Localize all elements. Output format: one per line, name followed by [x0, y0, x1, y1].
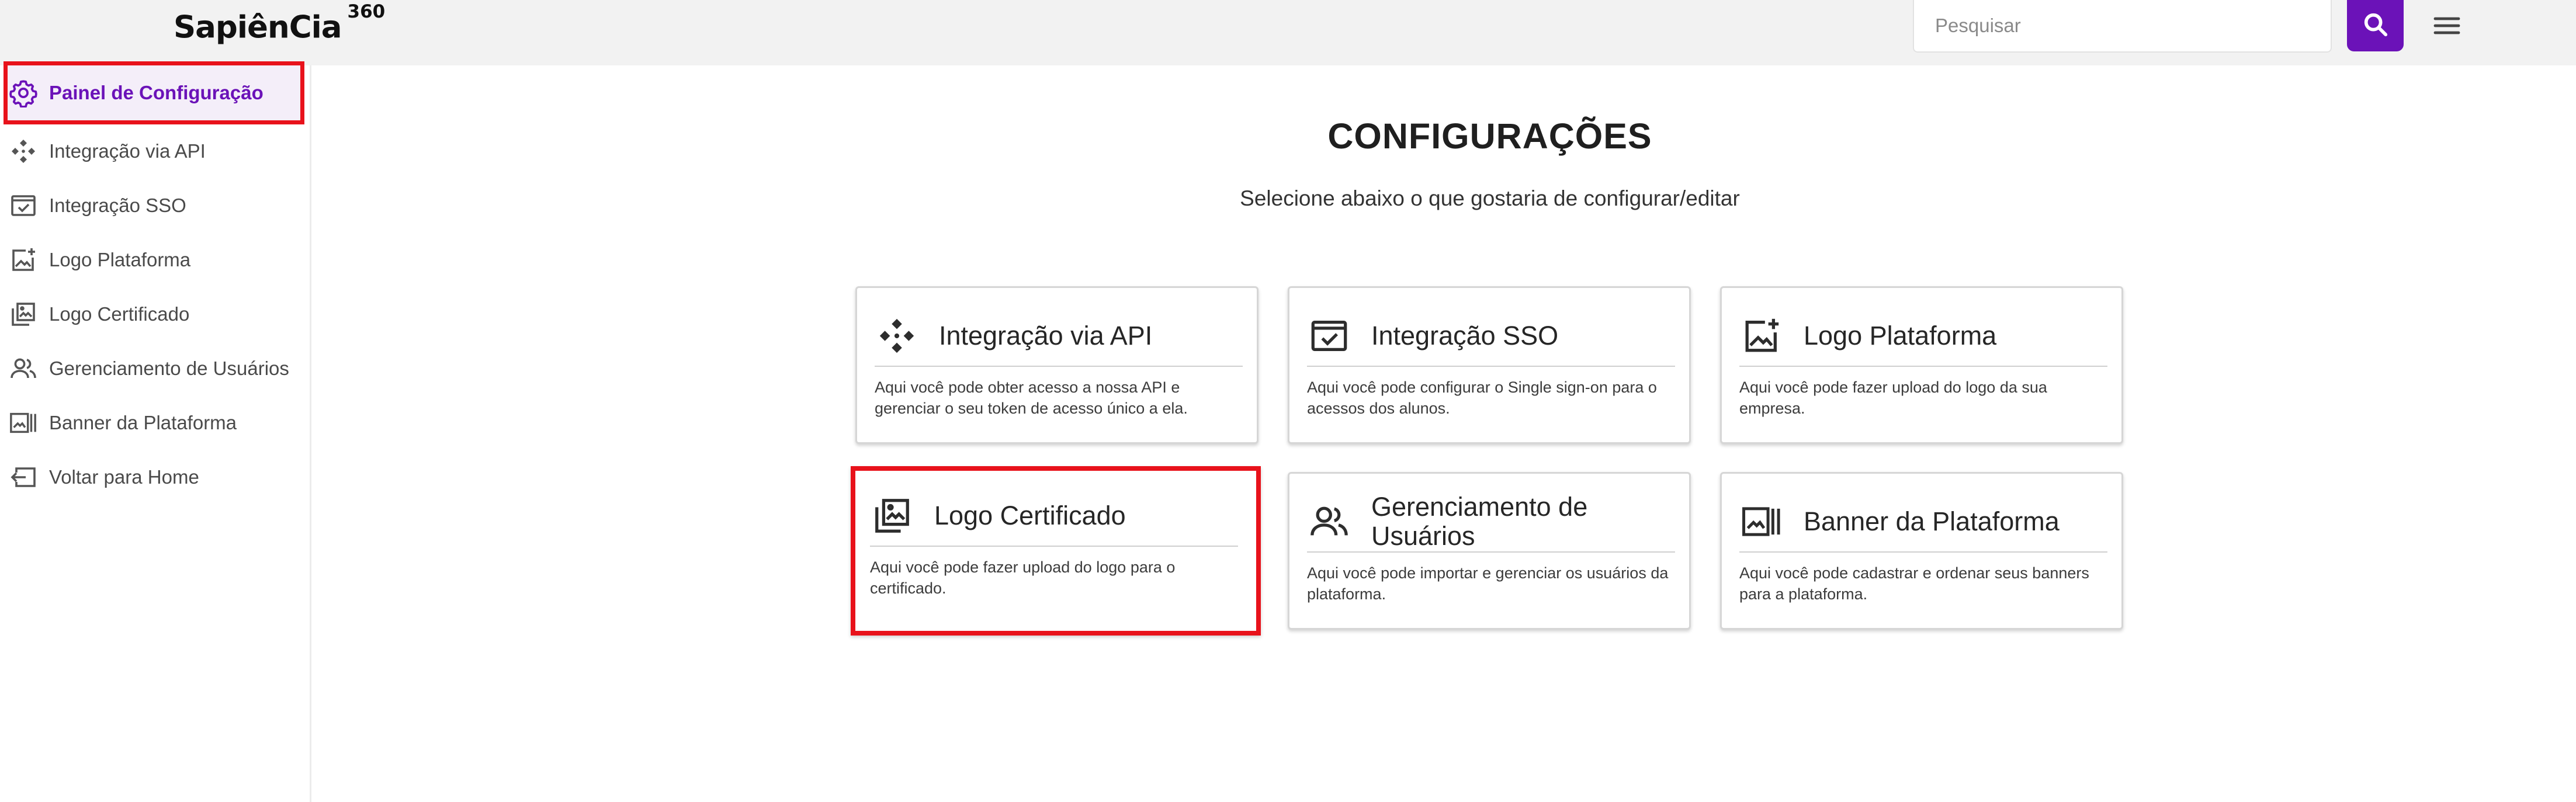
sidebar: Painel de Configuração Integração via AP… [0, 61, 311, 802]
card-integracao-sso[interactable]: Integração SSO Aqui você pode configurar… [1288, 286, 1691, 444]
image-gallery-icon [870, 494, 914, 538]
banner-icon [1739, 499, 1784, 544]
sidebar-item-painel-de-configuracao[interactable]: Painel de Configuração [4, 61, 304, 124]
sidebar-item-logo-plataforma[interactable]: Logo Plataforma [4, 234, 304, 286]
card-gerenciamento-de-usuarios[interactable]: Gerenciamento de Usuários Aqui você pode… [1288, 472, 1691, 630]
card-banner-da-plataforma[interactable]: Banner da Plataforma Aqui você pode cada… [1720, 472, 2123, 630]
banner-icon [7, 407, 40, 439]
brand-suffix: 360 [347, 1, 386, 22]
card-header: Gerenciamento de Usuários [1307, 491, 1675, 553]
top-bar: SapiênCia 360 [0, 0, 2576, 65]
card-description: Aqui você pode fazer upload do logo para… [870, 558, 1176, 597]
card-description: Aqui você pode fazer upload do logo da s… [1739, 379, 2047, 417]
card-description: Aqui você pode obter acesso a nossa API … [875, 379, 1188, 417]
sidebar-item-voltar-para-home[interactable]: Voltar para Home [4, 451, 304, 504]
card-header: Integração SSO [1307, 305, 1675, 367]
card-logo-certificado[interactable]: Logo Certificado Aqui você pode fazer up… [851, 466, 1261, 636]
sidebar-item-label: Gerenciamento de Usuários [49, 357, 289, 379]
gear-icon [7, 77, 40, 109]
users-icon [7, 352, 40, 385]
card-title: Integração via API [939, 320, 1153, 350]
card-title: Logo Plataforma [1804, 320, 1997, 350]
sidebar-item-label: Voltar para Home [49, 466, 199, 488]
card-header: Logo Plataforma [1739, 305, 2107, 367]
sidebar-item-integracao-sso[interactable]: Integração SSO [4, 179, 304, 232]
card-header: Integração via API [875, 305, 1243, 367]
brand-logo[interactable]: SapiênCia 360 [174, 1, 386, 46]
sidebar-item-banner-da-plataforma[interactable]: Banner da Plataforma [4, 397, 304, 449]
card-description: Aqui você pode configurar o Single sign-… [1307, 379, 1657, 417]
image-gallery-icon [7, 298, 40, 331]
exit-arrow-icon [7, 461, 40, 494]
users-icon [1307, 499, 1351, 544]
sidebar-item-integracao-via-api[interactable]: Integração via API [4, 125, 304, 178]
sidebar-item-logo-certificado[interactable]: Logo Certificado [4, 288, 304, 341]
card-header: Banner da Plataforma [1739, 491, 2107, 553]
sidebar-item-label: Painel de Configuração [49, 82, 264, 103]
search-icon [2362, 11, 2389, 41]
hamburger-menu-icon [2433, 15, 2461, 39]
api-diamond-icon [875, 314, 919, 358]
add-image-icon [1739, 314, 1784, 358]
search-input[interactable] [1913, 0, 2332, 53]
card-description: Aqui você pode cadastrar e ordenar seus … [1739, 564, 2089, 603]
sso-window-check-icon [1307, 314, 1351, 358]
sidebar-item-label: Logo Plataforma [49, 249, 191, 270]
sidebar-item-gerenciamento-de-usuarios[interactable]: Gerenciamento de Usuários [4, 342, 304, 395]
card-title: Logo Certificado [934, 500, 1126, 530]
page-title: CONFIGURAÇÕES [1327, 116, 1652, 156]
sidebar-item-label: Integração SSO [49, 195, 186, 216]
card-title: Gerenciamento de Usuários [1371, 491, 1588, 551]
card-header: Logo Certificado [870, 485, 1238, 547]
sso-window-check-icon [7, 189, 40, 222]
card-description: Aqui você pode importar e gerenciar os u… [1307, 564, 1669, 603]
sidebar-item-label: Banner da Plataforma [49, 412, 237, 433]
card-logo-plataforma[interactable]: Logo Plataforma Aqui você pode fazer upl… [1720, 286, 2123, 444]
menu-button[interactable] [2428, 11, 2466, 43]
add-image-icon [7, 244, 40, 276]
page-subtitle: Selecione abaixo o que gostaria de confi… [1240, 186, 1740, 210]
card-title: Integração SSO [1371, 320, 1559, 350]
sidebar-item-label: Integração via API [49, 140, 206, 162]
card-integracao-via-api[interactable]: Integração via API Aqui você pode obter … [855, 286, 1258, 444]
search-button[interactable] [2347, 0, 2404, 51]
brand-name: SapiênCia [174, 9, 342, 46]
sidebar-item-label: Logo Certificado [49, 303, 190, 325]
card-title: Banner da Plataforma [1804, 506, 2060, 536]
api-diamond-icon [7, 135, 40, 168]
